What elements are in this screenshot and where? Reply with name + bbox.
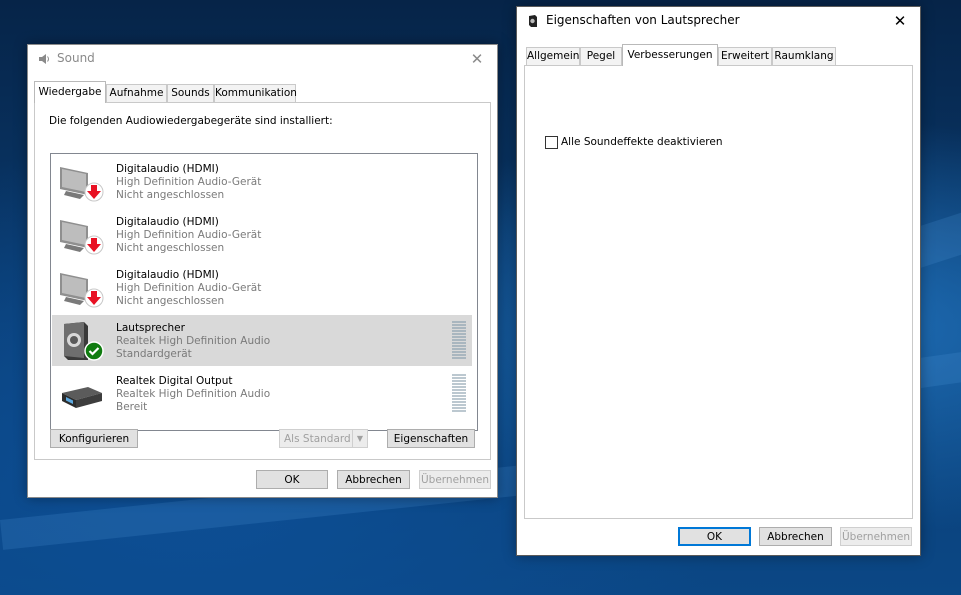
sound-window: Sound ✕ Wiedergabe Aufnahme Sounds Kommu… xyxy=(27,44,498,498)
tab-verbesserungen[interactable]: Verbesserungen xyxy=(622,44,718,66)
volume-meter xyxy=(452,374,466,414)
speaker-properties-window: Eigenschaften von Lautsprecher ✕ Allgeme… xyxy=(516,6,921,556)
chevron-down-icon[interactable]: ▼ xyxy=(352,430,367,447)
list-item[interactable]: Digitalaudio (HDMI) High Definition Audi… xyxy=(52,156,472,207)
tab-kommunikation[interactable]: Kommunikation xyxy=(214,84,297,102)
tab-pegel[interactable]: Pegel xyxy=(580,47,622,65)
device-status: Nicht angeschlossen xyxy=(116,189,225,201)
device-driver: Realtek High Definition Audio xyxy=(116,335,271,347)
cancel-button[interactable]: Abbrechen xyxy=(337,470,410,489)
list-item[interactable]: Digitalaudio (HDMI) High Definition Audi… xyxy=(52,262,472,313)
device-driver: High Definition Audio-Gerät xyxy=(116,282,262,294)
speaker-icon xyxy=(529,15,537,27)
volume-meter xyxy=(452,321,466,361)
tab-wiedergabe[interactable]: Wiedergabe xyxy=(34,81,106,103)
device-status: Standardgerät xyxy=(116,348,192,360)
set-default-label: Als Standard xyxy=(284,433,351,445)
verbesserungen-panel: Alle Soundeffekte deaktivieren xyxy=(524,65,913,519)
tab-raumklang[interactable]: Raumklang xyxy=(772,47,836,65)
disable-effects-checkbox[interactable] xyxy=(545,136,558,149)
device-status: Nicht angeschlossen xyxy=(116,295,225,307)
tab-erweitert[interactable]: Erweitert xyxy=(718,47,772,65)
sound-titlebar[interactable]: Sound ✕ xyxy=(28,45,497,73)
apply-button[interactable]: Übernehmen xyxy=(419,470,491,489)
window-title: Sound xyxy=(57,51,95,65)
close-button[interactable]: ✕ xyxy=(880,7,920,35)
device-status: Nicht angeschlossen xyxy=(116,242,225,254)
apply-button[interactable]: Übernehmen xyxy=(840,527,912,546)
tab-sounds[interactable]: Sounds xyxy=(167,84,214,102)
speaker-icon xyxy=(39,54,49,64)
properties-tabs: Allgemein Pegel Verbesserungen Erweitert… xyxy=(524,44,914,66)
disable-effects-label[interactable]: Alle Soundeffekte deaktivieren xyxy=(561,136,723,148)
properties-button[interactable]: Eigenschaften xyxy=(387,429,475,448)
device-driver: High Definition Audio-Gerät xyxy=(116,176,262,188)
monitor-disconnected-icon xyxy=(60,167,104,202)
device-name: Digitalaudio (HDMI) xyxy=(116,216,219,228)
ok-button[interactable]: OK xyxy=(256,470,328,489)
device-driver: High Definition Audio-Gerät xyxy=(116,229,262,241)
device-name: Realtek Digital Output xyxy=(116,375,233,387)
device-list[interactable]: Digitalaudio (HDMI) High Definition Audi… xyxy=(50,153,478,431)
list-item[interactable]: Realtek Digital Output Realtek High Defi… xyxy=(52,368,472,419)
digital-output-icon xyxy=(62,387,102,408)
close-button[interactable]: ✕ xyxy=(457,45,497,73)
sound-tabs: Wiedergabe Aufnahme Sounds Kommunikation xyxy=(34,81,494,103)
configure-button[interactable]: Konfigurieren xyxy=(50,429,138,448)
device-name: Digitalaudio (HDMI) xyxy=(116,163,219,175)
monitor-disconnected-icon xyxy=(60,273,104,308)
wiedergabe-panel: Die folgenden Audiowiedergabegeräte sind… xyxy=(34,102,491,460)
properties-titlebar[interactable]: Eigenschaften von Lautsprecher ✕ xyxy=(517,7,920,35)
tab-aufnahme[interactable]: Aufnahme xyxy=(106,84,167,102)
ok-button[interactable]: OK xyxy=(678,527,751,546)
tab-allgemein[interactable]: Allgemein xyxy=(526,47,580,65)
device-name: Digitalaudio (HDMI) xyxy=(116,269,219,281)
monitor-disconnected-icon xyxy=(60,220,104,255)
window-title: Eigenschaften von Lautsprecher xyxy=(546,13,740,27)
set-default-button[interactable]: Als Standard ▼ xyxy=(279,429,368,448)
device-name: Lautsprecher xyxy=(116,322,185,334)
speaker-default-icon xyxy=(64,322,104,361)
device-status: Bereit xyxy=(116,401,148,413)
list-item[interactable]: Digitalaudio (HDMI) High Definition Audi… xyxy=(52,209,472,260)
device-driver: Realtek High Definition Audio xyxy=(116,388,271,400)
list-item-selected[interactable]: Lautsprecher Realtek High Definition Aud… xyxy=(52,315,472,366)
devices-heading: Die folgenden Audiowiedergabegeräte sind… xyxy=(49,115,333,127)
cancel-button[interactable]: Abbrechen xyxy=(759,527,832,546)
